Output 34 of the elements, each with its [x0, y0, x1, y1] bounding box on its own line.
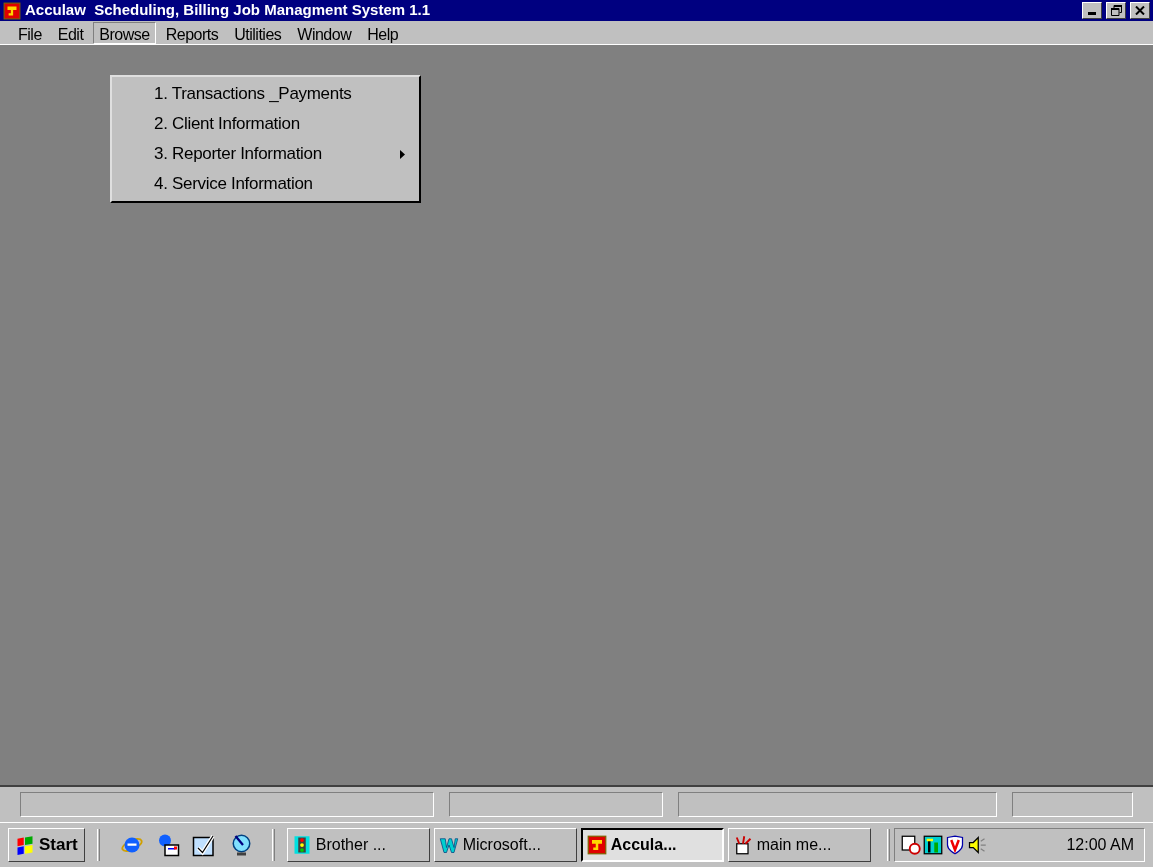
dropdown-item[interactable]: 2. Client Information — [112, 109, 419, 139]
restore-button[interactable] — [1106, 2, 1126, 19]
meter-icon[interactable] — [922, 835, 943, 855]
menu-item[interactable]: Edit — [51, 21, 90, 44]
close-button[interactable] — [1130, 2, 1150, 19]
dropdown-item[interactable]: 4. Service Information — [112, 169, 419, 199]
menu-item[interactable]: Utilities — [228, 21, 288, 44]
taskbar-button[interactable]: main me... — [727, 828, 871, 862]
taskbar-button[interactable]: Microsoft... — [433, 828, 577, 862]
menu-item[interactable]: Browse — [93, 21, 156, 44]
menu-item[interactable]: Reports — [159, 21, 225, 44]
restore-icon — [1110, 5, 1122, 16]
speaker-icon[interactable] — [966, 835, 987, 855]
shield-v-icon[interactable] — [944, 835, 965, 855]
dropdown-item[interactable]: 1. Transactions _Payments — [112, 79, 419, 109]
clock: 12:00 AM — [1066, 835, 1135, 855]
submenu-arrow-icon — [400, 149, 405, 159]
minimize-button[interactable] — [1082, 2, 1102, 19]
close-icon — [1135, 6, 1145, 15]
calendar-clock-icon[interactable] — [900, 835, 921, 855]
taskbar-button[interactable]: Brother ... — [286, 828, 430, 862]
menu-item[interactable]: Help — [361, 21, 405, 44]
window-title: Acculaw Scheduling, Billing Job Managment System 1.1 — [25, 0, 431, 21]
taskbar-button[interactable]: Accula... — [580, 828, 724, 862]
minimize-icon — [1088, 12, 1096, 15]
start-button[interactable]: Start — [8, 828, 85, 862]
menu-item[interactable]: File — [12, 21, 48, 44]
pencil-check-icon[interactable] — [191, 833, 216, 857]
shield-logo-icon — [586, 835, 607, 855]
windows-logo-icon — [15, 835, 35, 855]
menu-item[interactable]: Window — [291, 21, 358, 44]
shield-logo-icon — [3, 1, 21, 20]
w-logo-icon — [438, 835, 459, 855]
dropdown-item[interactable]: 3. Reporter Information — [112, 139, 419, 169]
